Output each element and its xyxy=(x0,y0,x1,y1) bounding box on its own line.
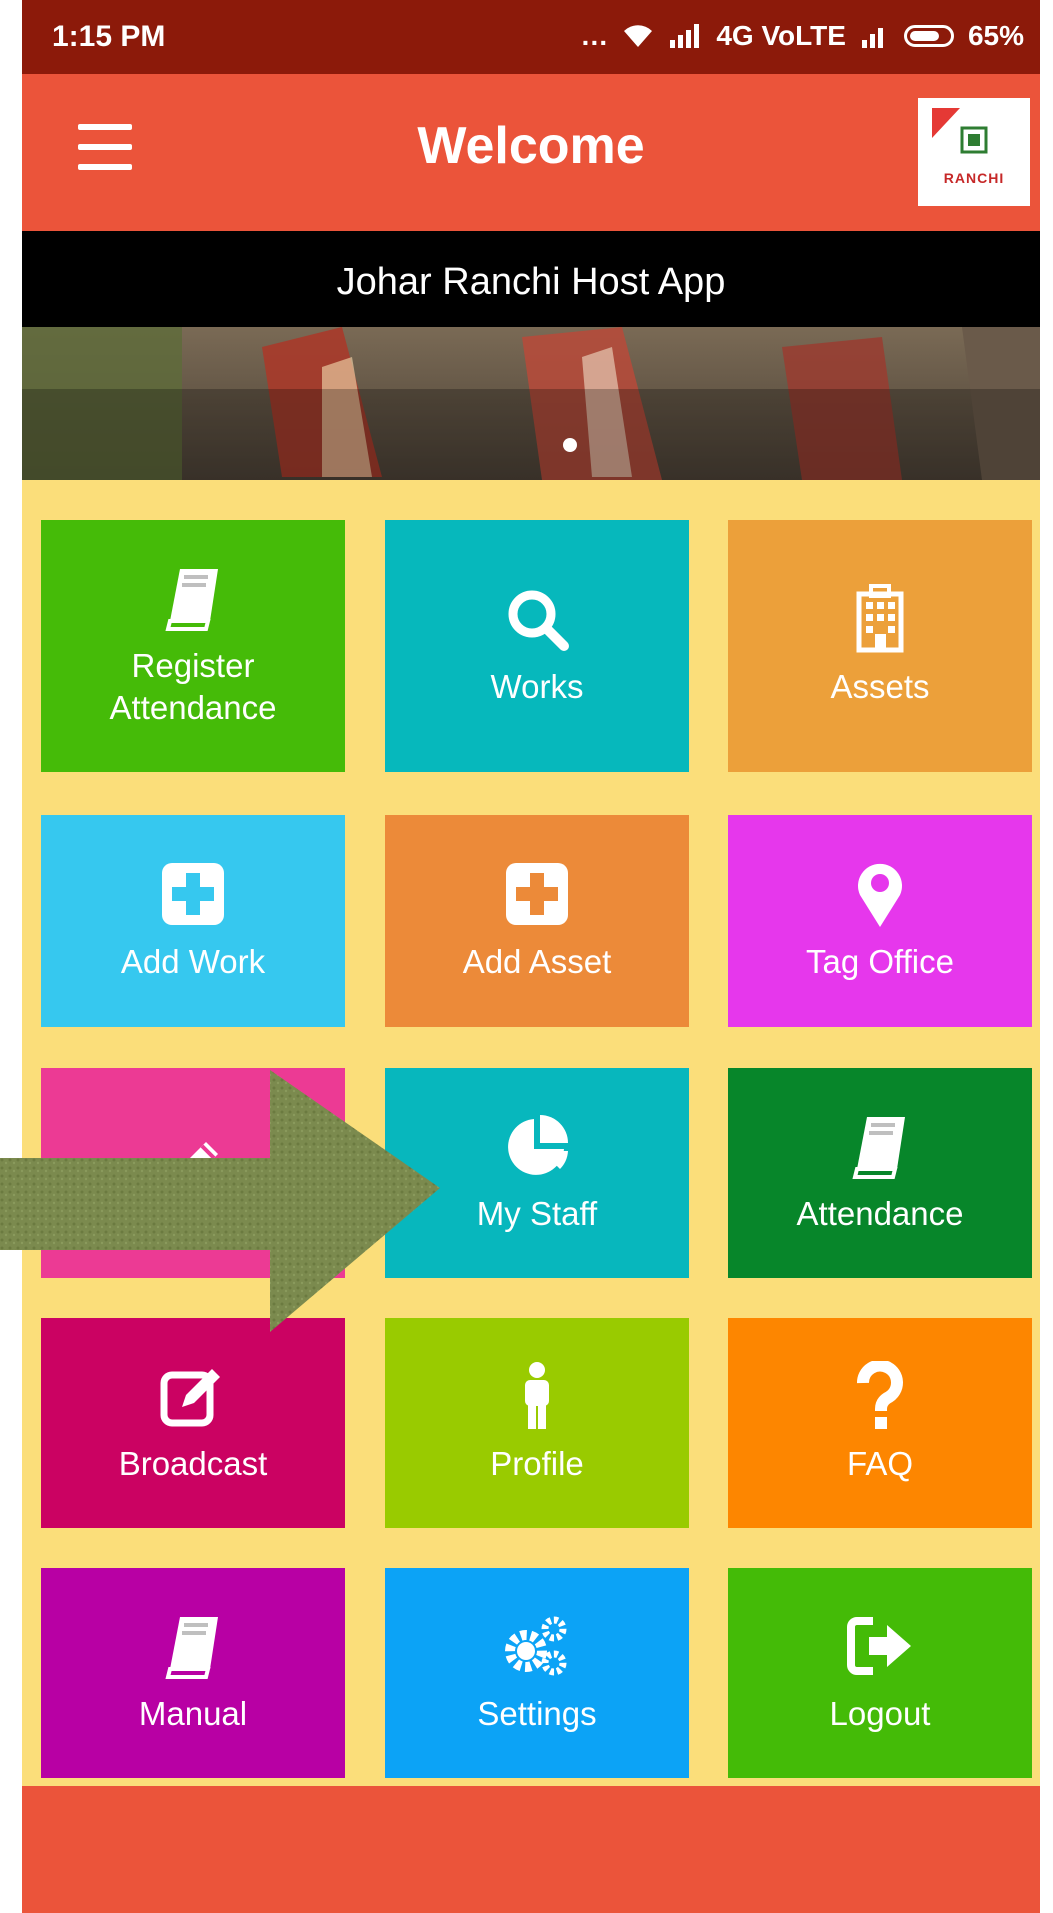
footer-bar xyxy=(22,1786,1040,1913)
tile-label: Manual xyxy=(138,1695,248,1732)
tile-profile[interactable]: Profile xyxy=(385,1318,689,1528)
tile-add-asset[interactable]: Add Asset xyxy=(385,815,689,1027)
tile-label: Settings xyxy=(477,1695,597,1732)
tile-label: Register Attendance xyxy=(109,647,277,726)
network-type: 4G VoLTE xyxy=(716,20,846,51)
map-marker-icon xyxy=(858,863,902,927)
tile-broadcast[interactable]: Broadcast xyxy=(41,1318,345,1528)
tile-attendance[interactable]: Attendance xyxy=(728,1068,1032,1278)
wifi-icon xyxy=(624,25,653,47)
tile-add-work[interactable]: Add Work xyxy=(41,815,345,1027)
battery-level: 65% xyxy=(967,20,1024,51)
tile-label: Add Asset xyxy=(462,943,612,980)
tile-label: Add Work xyxy=(120,943,266,980)
gears-icon xyxy=(505,1616,567,1676)
arrow-annotation-icon xyxy=(0,1070,440,1332)
plus-square-icon xyxy=(506,863,568,925)
tile-works[interactable]: Works xyxy=(385,520,689,772)
sign-out-icon xyxy=(847,1617,911,1675)
plus-square-icon xyxy=(162,863,224,925)
tile-manual[interactable]: Manual xyxy=(41,1568,345,1778)
banner-title: Johar Ranchi Host App xyxy=(336,261,726,303)
book-icon xyxy=(165,569,218,631)
tile-label: Profile xyxy=(490,1445,584,1482)
book-icon xyxy=(165,1617,218,1679)
battery-icon xyxy=(903,25,954,47)
tile-register-attendance[interactable]: Register Attendance xyxy=(41,520,345,772)
status-bar: 1:15 PM … 4G VoLTE 65% xyxy=(22,0,1040,74)
search-icon xyxy=(508,590,569,651)
tile-assets[interactable]: Assets xyxy=(728,520,1032,772)
building-icon xyxy=(856,584,904,653)
app-screen: 1:15 PM … 4G VoLTE 65% Welcome RANCHI Jo… xyxy=(22,0,1040,1913)
app-logo[interactable]: RANCHI xyxy=(918,98,1030,206)
status-time: 1:15 PM xyxy=(52,20,166,53)
tile-label: Assets xyxy=(830,668,930,705)
tile-label: Tag Office xyxy=(806,943,954,980)
tile-faq[interactable]: FAQ xyxy=(728,1318,1032,1528)
signal-icon xyxy=(670,24,700,48)
tile-label: Logout xyxy=(829,1695,931,1732)
app-toolbar: Welcome RANCHI xyxy=(22,74,1040,231)
edit-icon xyxy=(160,1369,220,1427)
logo-text: RANCHI xyxy=(943,170,1005,186)
book-icon xyxy=(852,1117,905,1179)
tile-label: FAQ xyxy=(846,1445,914,1482)
pie-chart-icon xyxy=(508,1115,568,1175)
person-icon xyxy=(525,1362,549,1429)
more-icon: … xyxy=(580,20,609,51)
banner-image xyxy=(22,327,1040,480)
status-indicators: … 4G VoLTE 65% xyxy=(580,20,1024,52)
question-icon xyxy=(856,1361,903,1429)
page-title: Welcome xyxy=(417,117,645,175)
tile-logout[interactable]: Logout xyxy=(728,1568,1032,1778)
logo-mark-icon xyxy=(932,108,988,154)
tile-label: Works xyxy=(490,668,584,705)
signal-icon xyxy=(861,28,883,48)
tile-label: Attendance xyxy=(796,1195,964,1232)
tile-settings[interactable]: Settings xyxy=(385,1568,689,1778)
tile-tag-office[interactable]: Tag Office xyxy=(728,815,1032,1027)
banner-carousel[interactable]: Johar Ranchi Host App xyxy=(22,231,1040,480)
tile-label: Broadcast xyxy=(118,1445,268,1482)
banner-title-bar: Johar Ranchi Host App xyxy=(22,231,1040,327)
tile-label: My Staff xyxy=(476,1195,598,1232)
